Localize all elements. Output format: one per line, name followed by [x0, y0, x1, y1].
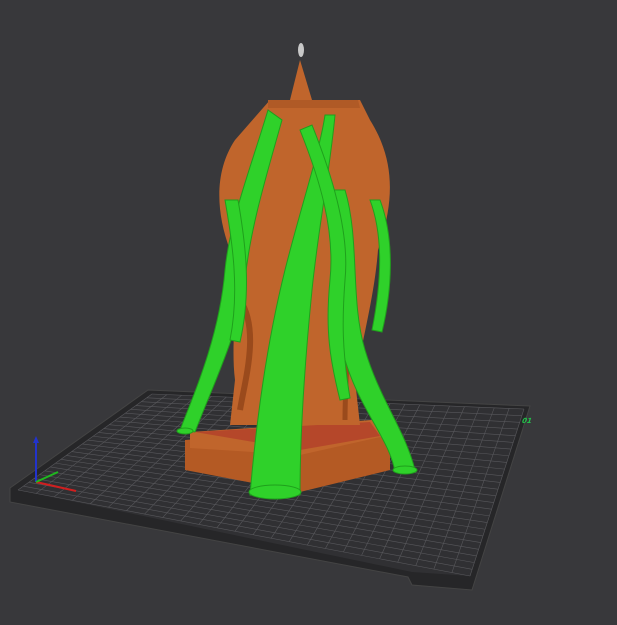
nozzle-marker — [298, 43, 304, 57]
z-axis-arrow — [33, 436, 39, 443]
3d-viewport[interactable]: 01 — [0, 0, 617, 625]
scene — [9, 43, 531, 591]
